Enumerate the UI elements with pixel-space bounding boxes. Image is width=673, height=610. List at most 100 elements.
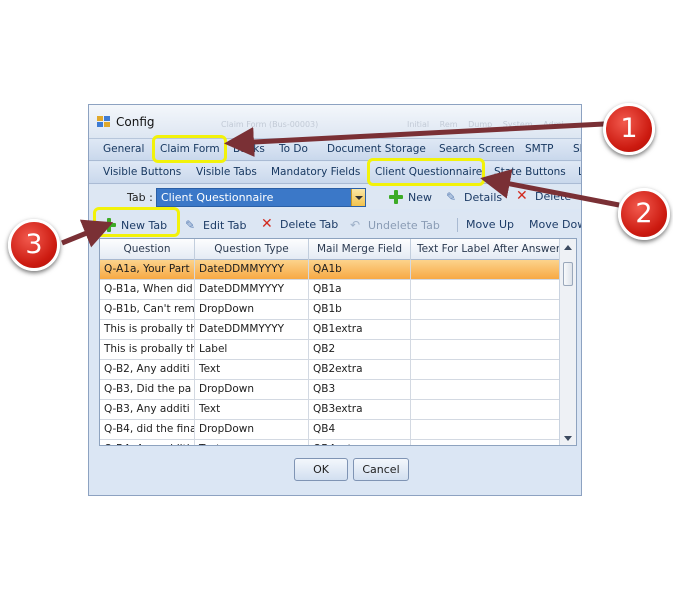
highlight-client-questionnaire — [367, 158, 485, 186]
cell-text-after-answer[interactable] — [411, 320, 560, 340]
cell-question-type[interactable]: Text — [195, 440, 309, 445]
cell-question[interactable]: This is probally th — [100, 320, 195, 340]
cell-question-type[interactable]: DropDown — [195, 380, 309, 400]
cell-question[interactable]: Q-B4, did the fina — [100, 420, 195, 440]
cell-text-after-answer[interactable] — [411, 360, 560, 380]
highlight-claim-form — [152, 135, 227, 163]
cell-text-after-answer[interactable] — [411, 420, 560, 440]
table-row[interactable]: Q-B3, Did the pa DropDown QB3 — [100, 380, 560, 400]
tab-to-do[interactable]: To Do — [279, 143, 308, 155]
cell-question[interactable]: Q-B1b, Can't rem — [100, 300, 195, 320]
ok-button[interactable]: OK — [294, 458, 348, 481]
cell-text-after-answer[interactable] — [411, 440, 560, 445]
details-button[interactable]: ✎ Details — [446, 190, 502, 204]
edit-tab-button[interactable]: ✎ Edit Tab — [185, 218, 246, 232]
column-header-text-after-answer[interactable]: Text For Label After Answer — [411, 239, 560, 260]
tab-visible-buttons[interactable]: Visible Buttons — [103, 166, 181, 178]
cell-question[interactable]: Q-B3, Did the pa — [100, 380, 195, 400]
cell-mail-merge-field[interactable]: QB4 — [309, 420, 411, 440]
cell-mail-merge-field[interactable]: QB2extra — [309, 360, 411, 380]
vertical-scrollbar[interactable] — [559, 239, 576, 445]
tab-state-buttons[interactable]: State Buttons — [494, 166, 566, 178]
tab-select[interactable]: Client Questionnaire — [156, 188, 366, 207]
cell-text-after-answer[interactable] — [411, 400, 560, 420]
sub-tab-row: Visible Buttons Visible Tabs Mandatory F… — [89, 162, 581, 184]
scroll-up-icon[interactable] — [564, 245, 572, 250]
app-icon — [97, 116, 111, 128]
tab-selector-label: Tab : — [127, 191, 153, 204]
chevron-down-icon[interactable] — [351, 189, 365, 206]
cell-mail-merge-field[interactable]: QB1b — [309, 300, 411, 320]
column-header-question-type[interactable]: Question Type — [195, 239, 309, 260]
cell-text-after-answer[interactable] — [411, 280, 560, 300]
cell-mail-merge-field[interactable]: QB1a — [309, 280, 411, 300]
table-row[interactable]: Q-B3, Any additi Text QB3extra — [100, 400, 560, 420]
tab-document-storage[interactable]: Document Storage — [327, 143, 426, 155]
tab-mandatory-fields[interactable]: Mandatory Fields — [271, 166, 360, 178]
background-menu: Initial Rem Dump System Admi — [407, 120, 564, 129]
cell-question[interactable]: Q-A1a, Your Part — [100, 260, 195, 280]
delete-tab-button[interactable]: ✕ Delete Tab — [261, 216, 338, 232]
table-row[interactable]: Q-B4, did the fina DropDown QB4 — [100, 420, 560, 440]
move-down-button[interactable]: Move Down — [529, 218, 581, 231]
cell-question-type[interactable]: DateDDMMYYYY — [195, 260, 309, 280]
cell-mail-merge-field[interactable]: QB3extra — [309, 400, 411, 420]
new-button[interactable]: New — [389, 190, 432, 204]
cell-question[interactable]: Q-B4, Any additi — [100, 440, 195, 445]
cell-text-after-answer[interactable] — [411, 300, 560, 320]
undo-icon: ↶ — [350, 218, 361, 232]
cancel-button[interactable]: Cancel — [353, 458, 409, 481]
plus-icon — [389, 190, 403, 204]
table-row[interactable]: Q-B1b, Can't rem DropDown QB1b — [100, 300, 560, 320]
cell-mail-merge-field[interactable]: QB2 — [309, 340, 411, 360]
cell-question-type[interactable]: DropDown — [195, 420, 309, 440]
pencil-icon: ✎ — [185, 218, 196, 232]
tab-search-screen[interactable]: Search Screen — [439, 143, 515, 155]
delete-icon: ✕ — [261, 216, 273, 232]
tab-banks[interactable]: Banks — [233, 143, 265, 155]
cell-question[interactable]: Q-B2, Any additi — [100, 360, 195, 380]
cell-mail-merge-field[interactable]: QB3 — [309, 380, 411, 400]
callout-2: 2 — [618, 188, 670, 240]
cell-text-after-answer[interactable] — [411, 260, 560, 280]
tab-smtp[interactable]: SMTP — [525, 143, 553, 155]
delete-button[interactable]: ✕ Delete — [516, 188, 571, 204]
cell-mail-merge-field[interactable]: QB4extra — [309, 440, 411, 445]
table-row[interactable]: This is probally th DateDDMMYYYY QB1extra — [100, 320, 560, 340]
table-row[interactable]: Q-B2, Any additi Text QB2extra — [100, 360, 560, 380]
toolbar-separator — [457, 218, 458, 232]
cell-text-after-answer[interactable] — [411, 340, 560, 360]
column-header-question[interactable]: Question — [100, 239, 195, 260]
cell-question[interactable]: This is probally th — [100, 340, 195, 360]
undelete-tab-button[interactable]: ↶ Undelete Tab — [350, 218, 440, 232]
cell-question-type[interactable]: DropDown — [195, 300, 309, 320]
window-title: Config — [116, 115, 155, 129]
cell-question-type[interactable]: Label — [195, 340, 309, 360]
delete-icon: ✕ — [516, 188, 528, 204]
cell-question[interactable]: Q-B1a, When did — [100, 280, 195, 300]
scroll-down-icon[interactable] — [564, 436, 572, 441]
column-header-mail-merge-field[interactable]: Mail Merge Field — [309, 239, 411, 260]
cell-question-type[interactable]: Text — [195, 400, 309, 420]
cell-mail-merge-field[interactable]: QA1b — [309, 260, 411, 280]
cell-text-after-answer[interactable] — [411, 380, 560, 400]
table-row[interactable]: This is probally th Label QB2 — [100, 340, 560, 360]
tab-general[interactable]: General — [103, 143, 144, 155]
cell-question-type[interactable]: DateDDMMYYYY — [195, 280, 309, 300]
move-up-button[interactable]: Move Up — [466, 218, 514, 231]
cell-question[interactable]: Q-B3, Any additi — [100, 400, 195, 420]
table-row[interactable]: Q-B4, Any additiTextQB4extra — [100, 440, 560, 445]
callout-1: 1 — [603, 103, 655, 155]
cell-question-type[interactable]: Text — [195, 360, 309, 380]
tab-l[interactable]: L — [578, 166, 581, 178]
tab-visible-tabs[interactable]: Visible Tabs — [196, 166, 257, 178]
table-row[interactable]: Q-B1a, When did DateDDMMYYYY QB1a — [100, 280, 560, 300]
background-window-title: Claim Form (Bus-00003) — [221, 120, 319, 129]
tab-sm[interactable]: SM — [573, 143, 581, 155]
table-row[interactable]: Q-A1a, Your Part DateDDMMYYYY QA1b — [100, 260, 560, 280]
scroll-thumb[interactable] — [563, 262, 573, 286]
tab-select-value: Client Questionnaire — [161, 191, 274, 204]
cell-mail-merge-field[interactable]: QB1extra — [309, 320, 411, 340]
cell-question-type[interactable]: DateDDMMYYYY — [195, 320, 309, 340]
highlight-new-tab — [93, 207, 180, 237]
